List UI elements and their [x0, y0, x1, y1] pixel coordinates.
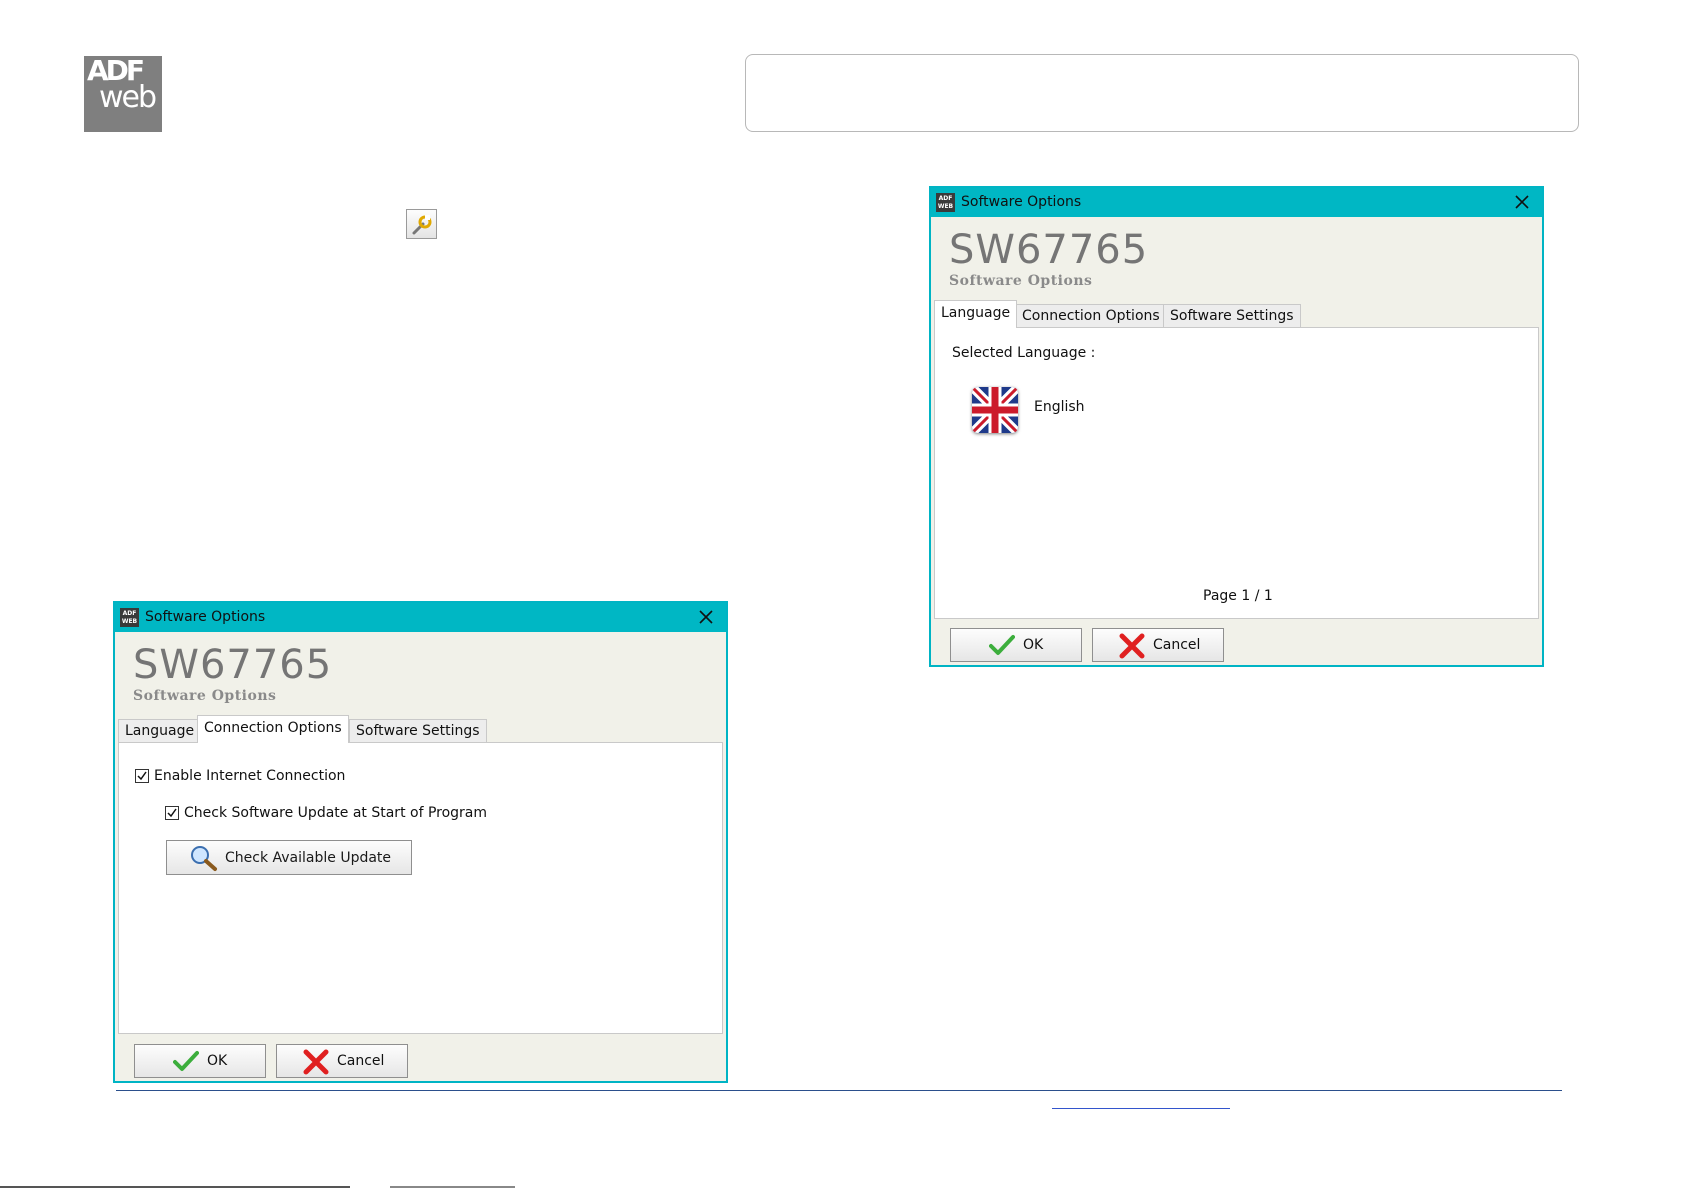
dialog-subtitle: Software Options — [949, 273, 1093, 289]
language-name[interactable]: English — [1034, 398, 1085, 416]
product-code: SW67765 — [949, 227, 1149, 273]
red-x-icon — [1119, 633, 1145, 671]
cancel-label: Cancel — [1153, 637, 1201, 653]
tab-software-settings[interactable]: Software Settings — [1163, 304, 1301, 328]
enable-internet-checkbox[interactable] — [135, 769, 149, 783]
magnifier-icon — [189, 844, 219, 876]
dialog-subtitle: Software Options — [133, 688, 277, 704]
tab-language[interactable]: Language — [934, 300, 1018, 328]
ok-label: OK — [1023, 637, 1044, 653]
cancel-button[interactable]: Cancel — [1092, 628, 1224, 662]
language-panel: Selected Language : English Page 1 / 1 — [934, 327, 1539, 619]
footer-divider — [116, 1090, 1562, 1091]
header-box — [745, 54, 1579, 132]
red-x-icon — [303, 1049, 329, 1087]
enable-internet-label: Enable Internet Connection — [154, 768, 346, 784]
bottom-edge-line — [0, 1186, 350, 1188]
app-icon: ADF WEB — [120, 608, 139, 627]
ok-button[interactable]: OK — [134, 1044, 266, 1078]
dialog-titlebar[interactable]: ADF WEB Software Options — [931, 188, 1542, 217]
cancel-label: Cancel — [337, 1053, 385, 1069]
check-update-checkbox[interactable] — [165, 806, 179, 820]
green-check-icon — [173, 1050, 199, 1084]
uk-flag-icon[interactable] — [972, 387, 1018, 433]
cancel-button[interactable]: Cancel — [276, 1044, 408, 1078]
page-indicator: Page 1 / 1 — [1203, 588, 1273, 604]
software-options-dialog-connection: ADF WEB Software Options SW67765 Software… — [113, 601, 728, 1083]
tab-language[interactable]: Language — [118, 719, 202, 743]
check-available-update-button[interactable]: Check Available Update — [166, 840, 412, 875]
green-check-icon — [989, 634, 1015, 668]
tab-connection-options[interactable]: Connection Options — [197, 715, 349, 743]
adfweb-logo: ADF web — [84, 56, 162, 132]
dialog-title: Software Options — [961, 194, 1082, 210]
software-options-dialog-language: ADF WEB Software Options SW67765 Software… — [929, 186, 1544, 667]
close-icon[interactable] — [696, 606, 716, 628]
footer-link-underline[interactable] — [1052, 1108, 1230, 1109]
close-icon[interactable] — [1512, 191, 1532, 213]
product-code: SW67765 — [133, 642, 333, 688]
connection-options-panel: Enable Internet Connection Check Softwar… — [118, 742, 723, 1034]
app-icon: ADF WEB — [936, 193, 955, 212]
selected-language-label: Selected Language : — [952, 345, 1096, 361]
dialog-titlebar[interactable]: ADF WEB Software Options — [115, 603, 726, 632]
ok-button[interactable]: OK — [950, 628, 1082, 662]
check-available-update-label: Check Available Update — [225, 850, 392, 866]
bottom-edge-fragment — [390, 1186, 515, 1188]
dialog-title: Software Options — [145, 609, 266, 625]
tab-connection-options[interactable]: Connection Options — [1015, 304, 1167, 328]
ok-label: OK — [207, 1053, 228, 1069]
check-update-label: Check Software Update at Start of Progra… — [184, 805, 488, 821]
logo-text-web: web — [99, 80, 157, 115]
wrench-settings-icon[interactable] — [406, 209, 437, 239]
tab-software-settings[interactable]: Software Settings — [349, 719, 487, 743]
